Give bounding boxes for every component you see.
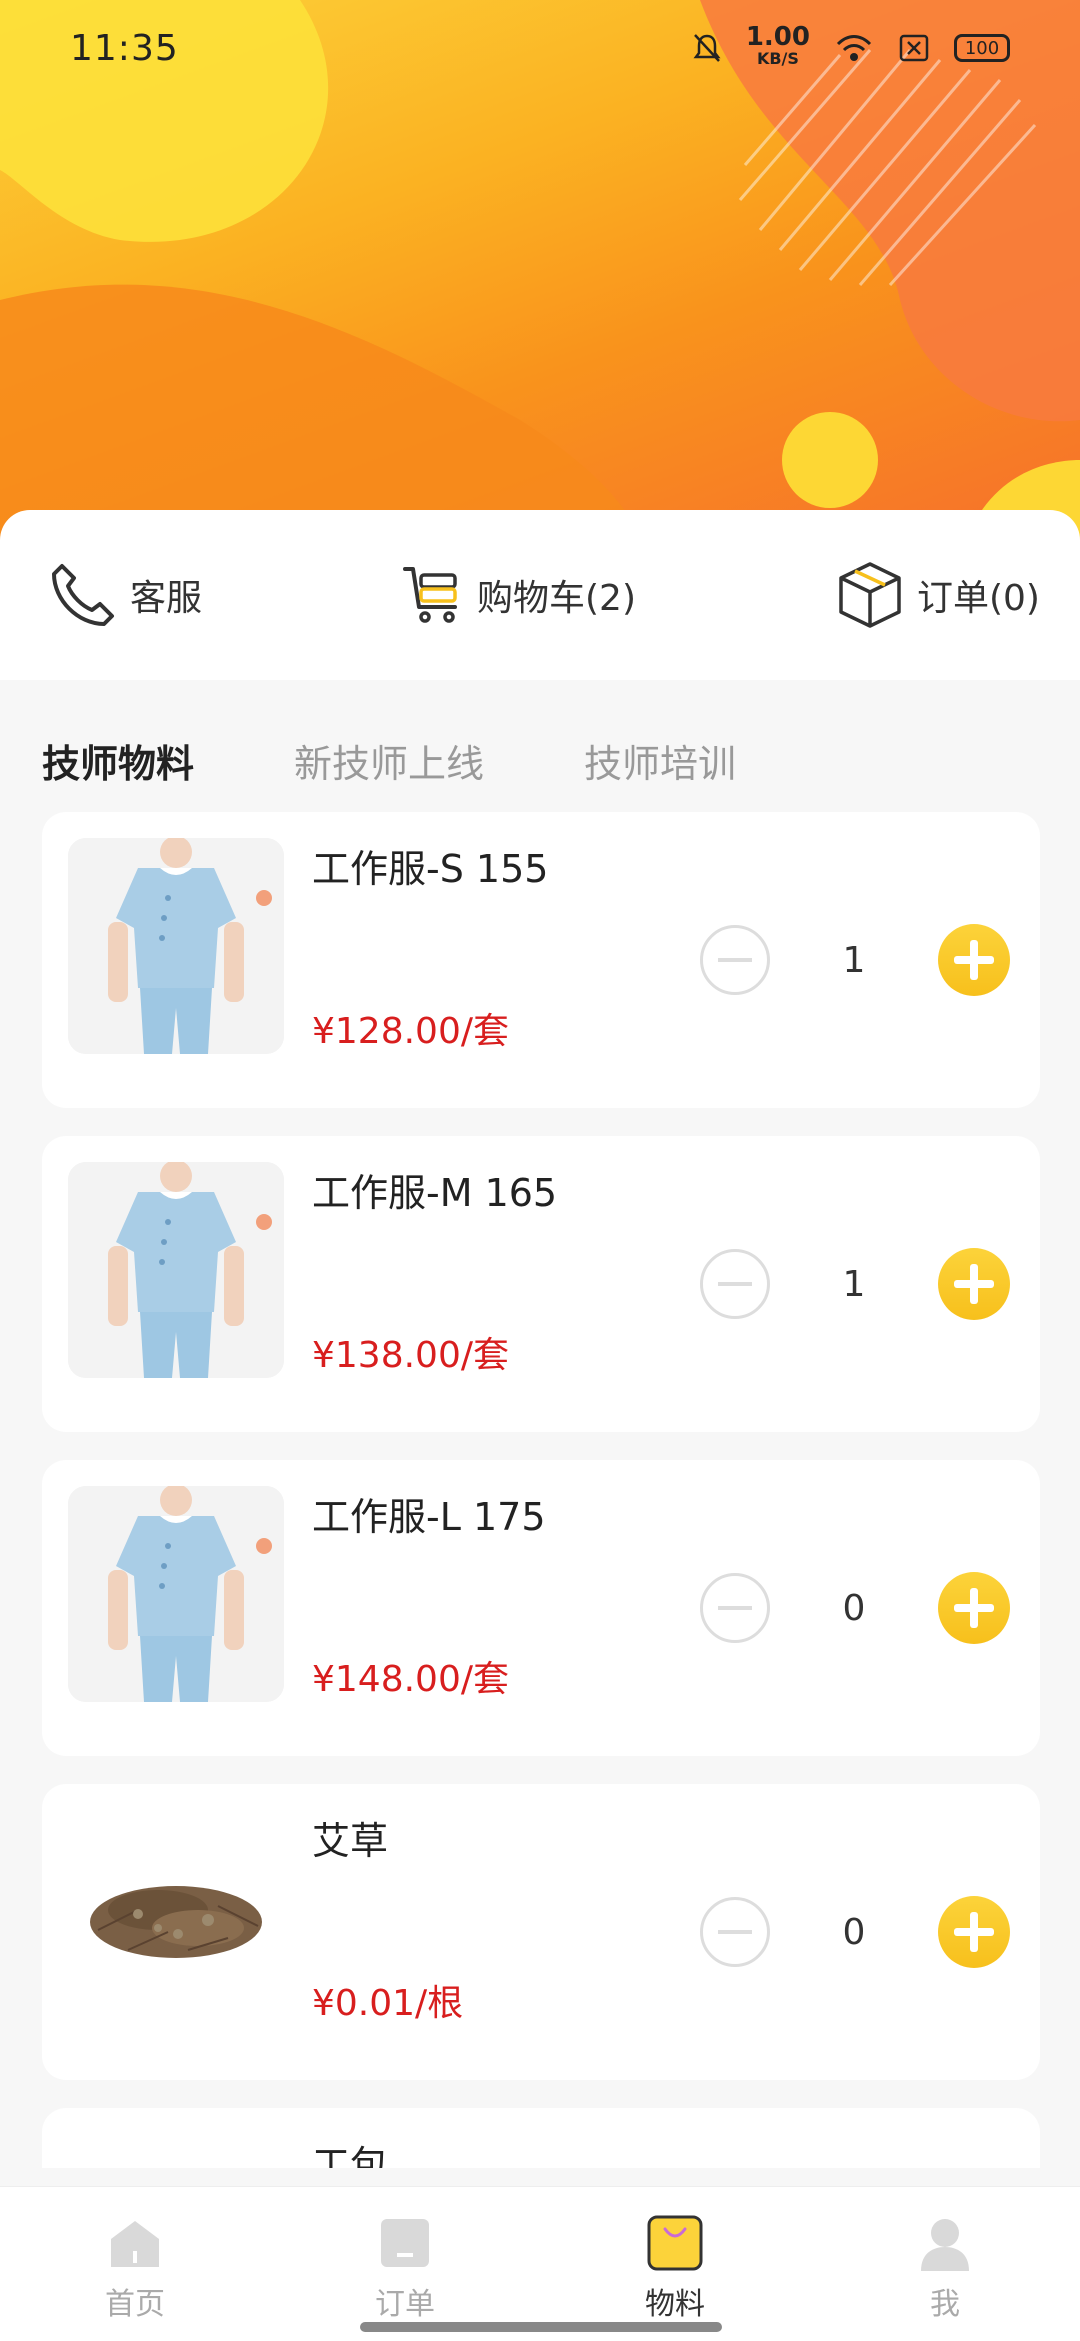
shopping-cart-button[interactable]: 购物车(2) <box>401 563 636 627</box>
product-price: ¥0.01/根 <box>312 1983 464 2024</box>
nav-orders-label: 订单 <box>375 2287 435 2322</box>
increase-button[interactable] <box>938 1248 1010 1320</box>
quantity-stepper: 1 <box>700 1246 1010 1322</box>
minus-icon <box>718 1282 752 1286</box>
decrease-button[interactable] <box>700 1897 770 1967</box>
product-image-uniform <box>68 838 284 1054</box>
product-image-uniform <box>68 1162 284 1378</box>
minus-icon <box>718 1930 752 1934</box>
home-icon <box>111 2221 159 2267</box>
battery-icon: 100 <box>954 34 1010 62</box>
tab-technician-materials[interactable]: 技师物料 <box>42 733 194 788</box>
customer-service-label: 客服 <box>130 578 203 619</box>
product-list: 工作服-S 155 ¥128.00/套 1 工作服-M 165 ¥138.00/… <box>42 812 1040 2196</box>
order-icon <box>381 2219 429 2267</box>
tab-new-technician[interactable]: 新技师上线 <box>294 733 484 788</box>
materials-bag-icon <box>647 2215 703 2271</box>
product-card: 工作服-M 165 ¥138.00/套 1 <box>42 1136 1040 1432</box>
quantity-stepper: 0 <box>700 1570 1010 1646</box>
quick-actions-bar: 客服 购物车(2) 订单(0) <box>0 510 1080 680</box>
orders-button[interactable]: 订单(0) <box>835 560 1040 630</box>
quantity-value: 0 <box>842 1911 866 1953</box>
mute-bell-icon <box>693 34 721 62</box>
product-price: ¥148.00/套 <box>312 1659 509 1700</box>
product-price: ¥138.00/套 <box>312 1335 509 1376</box>
quantity-value: 0 <box>842 1587 866 1629</box>
minus-icon <box>718 958 752 962</box>
product-image-uniform <box>68 1486 284 1702</box>
product-image-bag <box>68 2134 284 2168</box>
uniform-image <box>68 838 284 1054</box>
decrease-button[interactable] <box>700 1573 770 1643</box>
bag-image <box>68 2134 284 2168</box>
status-bar: 11:35 1.00 KB/S 100 <box>0 0 1080 96</box>
minus-icon <box>718 1606 752 1610</box>
product-card: 工作服-L 175 ¥148.00/套 0 <box>42 1460 1040 1756</box>
header-banner: 11:35 1.00 KB/S 100 <box>0 0 1080 560</box>
uniform-image <box>68 1162 284 1378</box>
cart-icon <box>403 567 457 623</box>
customer-service-button[interactable]: 客服 <box>48 560 202 630</box>
category-tabs: 技师物料 新技师上线 技师培训 <box>42 730 736 790</box>
product-name: 工作服-L 175 <box>312 1495 546 1539</box>
product-card: 艾草 ¥0.01/根 0 <box>42 1784 1040 2080</box>
nav-home-label: 首页 <box>105 2287 165 2322</box>
nav-profile-label: 我 <box>930 2287 960 2322</box>
status-time: 11:35 <box>70 27 179 69</box>
package-box-icon <box>839 562 901 628</box>
wifi-icon <box>836 35 872 61</box>
shopping-cart-label: 购物车(2) <box>477 578 636 619</box>
herb-image <box>90 1886 262 1958</box>
product-card: 工作服-S 155 ¥128.00/套 1 <box>42 812 1040 1108</box>
status-icons: 1.00 KB/S 100 <box>692 22 1010 70</box>
nav-profile[interactable]: 我 <box>855 2187 1035 2323</box>
phone-icon <box>52 564 114 626</box>
decrease-button[interactable] <box>700 925 770 995</box>
increase-button[interactable] <box>938 1572 1010 1644</box>
quantity-value: 1 <box>842 939 866 981</box>
quantity-stepper: 1 <box>700 922 1010 998</box>
product-card: 工包 <box>42 2108 1040 2168</box>
orders-label: 订单(0) <box>916 578 1040 619</box>
sim-card-icon <box>899 34 929 62</box>
product-name: 艾草 <box>312 1819 389 1863</box>
bottom-navigation: 首页 订单 物料 我 <box>0 2186 1080 2341</box>
home-indicator[interactable] <box>360 2322 722 2332</box>
increase-button[interactable] <box>938 924 1010 996</box>
product-name: 工作服-S 155 <box>312 847 549 891</box>
nav-home[interactable]: 首页 <box>45 2187 225 2323</box>
tab-technician-training[interactable]: 技师培训 <box>584 733 736 788</box>
product-price: ¥128.00/套 <box>312 1011 509 1052</box>
increase-button[interactable] <box>938 1896 1010 1968</box>
decrease-button[interactable] <box>700 1249 770 1319</box>
uniform-image <box>68 1486 284 1702</box>
product-name: 工作服-M 165 <box>312 1171 558 1215</box>
product-name: 工包 <box>312 2143 389 2168</box>
product-image-herb <box>68 1810 284 2026</box>
quantity-value: 1 <box>842 1263 866 1305</box>
nav-materials[interactable]: 物料 <box>585 2187 765 2323</box>
user-icon <box>921 2219 969 2271</box>
nav-materials-label: 物料 <box>645 2287 705 2322</box>
quantity-stepper: 0 <box>700 1894 1010 1970</box>
nav-orders[interactable]: 订单 <box>315 2187 495 2323</box>
network-speed: 1.00 KB/S <box>745 22 810 68</box>
